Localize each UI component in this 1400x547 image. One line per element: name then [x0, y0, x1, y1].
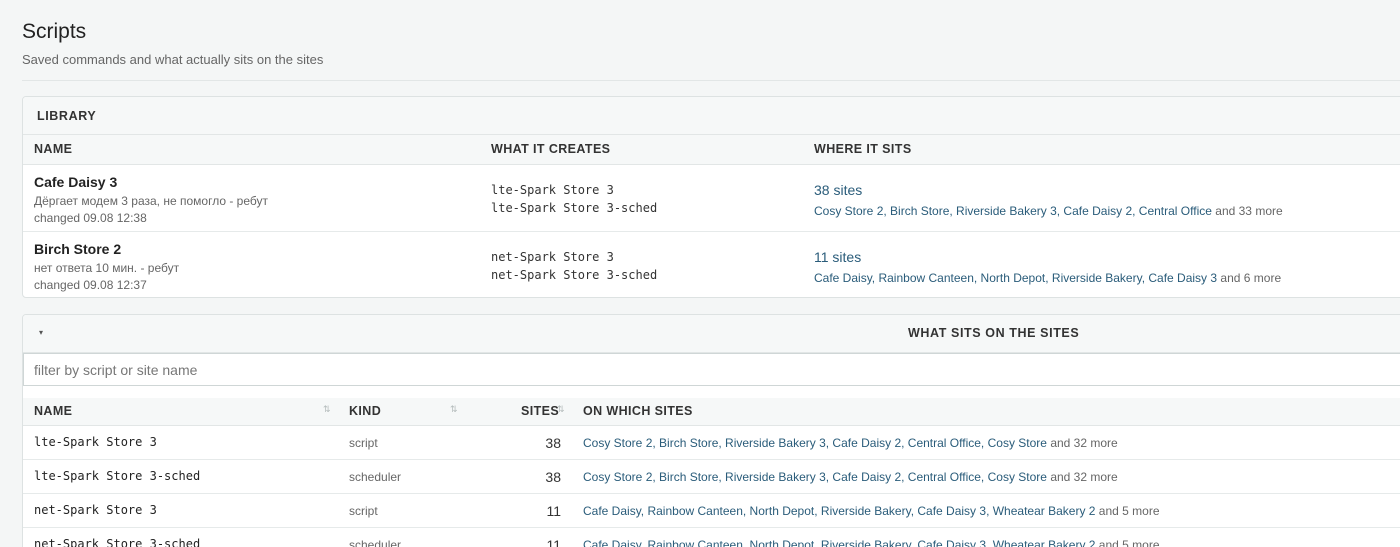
- header-divider: [22, 80, 1400, 81]
- more-sites: and 33 more: [1215, 204, 1283, 218]
- entry-site-list: Cosy Store 2, Birch Store, Riverside Bak…: [583, 436, 1118, 450]
- entry-site-list: Cafe Daisy, Rainbow Canteen, North Depot…: [583, 538, 1160, 547]
- table-row[interactable]: net-Spark Store 3-sched scheduler 11 Caf…: [23, 528, 1400, 547]
- script-name[interactable]: Cafe Daisy 3: [34, 174, 117, 190]
- script-creates: net-Spark Store 3 net-Spark Store 3-sche…: [491, 248, 657, 284]
- script-description: нет ответа 10 мин. - ребут: [34, 261, 180, 275]
- script-changed: changed 09.08 12:37: [34, 278, 147, 292]
- table-row[interactable]: net-Spark Store 3 script 11 Cafe Daisy, …: [23, 494, 1400, 528]
- script-where: 11 sites Cafe Daisy, Rainbow Canteen, No…: [814, 249, 1281, 285]
- sites-header-row: NAME ⇅ KIND ⇅ SITES ⇅ ON WHICH SITES: [23, 398, 1400, 426]
- site-names[interactable]: Cafe Daisy, Rainbow Canteen, North Depot…: [583, 538, 1095, 547]
- table-row[interactable]: lte-Spark Store 3 script 38 Cosy Store 2…: [23, 426, 1400, 460]
- site-names[interactable]: Cafe Daisy, Rainbow Canteen, North Depot…: [583, 504, 1095, 518]
- col-kind[interactable]: KIND: [349, 404, 381, 418]
- sort-sites-icon[interactable]: ⇅: [557, 404, 564, 415]
- entry-sites-count: 11: [546, 537, 561, 547]
- col-name[interactable]: NAME: [34, 404, 72, 418]
- library-col-name: NAME: [34, 142, 73, 156]
- page-title: Scripts: [22, 20, 87, 43]
- script-changed: changed 09.08 12:38: [34, 211, 147, 225]
- col-sites[interactable]: SITES: [521, 404, 559, 418]
- entry-name: net-Spark Store 3: [34, 503, 157, 517]
- sites-count-link[interactable]: 11 sites: [814, 249, 1281, 265]
- created-item: lte-Spark Store 3: [491, 183, 614, 197]
- sites-names[interactable]: Cosy Store 2, Birch Store, Riverside Bak…: [814, 204, 1212, 218]
- entry-kind: script: [349, 504, 378, 518]
- sites-list: Cafe Daisy, Rainbow Canteen, North Depot…: [814, 271, 1281, 285]
- more-sites: and 6 more: [1220, 271, 1282, 285]
- filter-input[interactable]: [23, 353, 1400, 386]
- page-header: Scripts Saved commands and what actually…: [22, 20, 323, 67]
- sort-kind-icon[interactable]: ⇅: [450, 404, 457, 415]
- entry-site-list: Cafe Daisy, Rainbow Canteen, North Depot…: [583, 504, 1160, 518]
- library-panel: LIBRARY NAME WHAT IT CREATES WHERE IT SI…: [22, 96, 1400, 298]
- sites-table-body: lte-Spark Store 3 script 38 Cosy Store 2…: [23, 426, 1400, 547]
- script-description: Дёргает модем 3 раза, не помогло - ребут: [34, 194, 268, 208]
- table-row[interactable]: lte-Spark Store 3-sched scheduler 38 Cos…: [23, 460, 1400, 494]
- entry-kind: scheduler: [349, 538, 402, 547]
- collapse-caret-icon[interactable]: ▾: [39, 328, 43, 337]
- script-creates: lte-Spark Store 3 lte-Spark Store 3-sche…: [491, 181, 657, 217]
- site-names[interactable]: Cosy Store 2, Birch Store, Riverside Bak…: [583, 436, 1047, 450]
- created-item: net-Spark Store 3-sched: [491, 268, 658, 282]
- sites-count-link[interactable]: 38 sites: [814, 182, 1283, 198]
- created-item: net-Spark Store 3: [491, 250, 614, 264]
- sort-name-icon[interactable]: ⇅: [323, 404, 330, 415]
- library-col-creates: WHAT IT CREATES: [491, 142, 611, 156]
- sites-names[interactable]: Cafe Daisy, Rainbow Canteen, North Depot…: [814, 271, 1217, 285]
- sites-list: Cosy Store 2, Birch Store, Riverside Bak…: [814, 204, 1283, 218]
- entry-sites-count: 38: [545, 435, 561, 451]
- entry-name: net-Spark Store 3-sched: [34, 537, 201, 547]
- script-where: 38 sites Cosy Store 2, Birch Store, Rive…: [814, 182, 1283, 218]
- library-title: LIBRARY: [23, 97, 1400, 135]
- entry-sites-count: 38: [545, 469, 561, 485]
- sites-panel-title: WHAT SITS ON THE SITES: [908, 326, 1080, 340]
- entry-sites-count: 11: [546, 503, 561, 519]
- more-sites: and 32 more: [1050, 436, 1118, 450]
- sites-panel-header[interactable]: ▾ WHAT SITS ON THE SITES: [23, 315, 1400, 353]
- col-which-sites: ON WHICH SITES: [583, 404, 693, 418]
- library-row[interactable]: Cafe Daisy 3 Дёргает модем 3 раза, не по…: [23, 165, 1400, 232]
- entry-site-list: Cosy Store 2, Birch Store, Riverside Bak…: [583, 470, 1118, 484]
- library-row[interactable]: Birch Store 2 нет ответа 10 мин. - ребут…: [23, 232, 1400, 297]
- site-names[interactable]: Cosy Store 2, Birch Store, Riverside Bak…: [583, 470, 1047, 484]
- script-name[interactable]: Birch Store 2: [34, 241, 121, 257]
- sites-panel: ▾ WHAT SITS ON THE SITES NAME ⇅ KIND ⇅ S…: [22, 314, 1400, 547]
- more-sites: and 32 more: [1050, 470, 1118, 484]
- more-sites: and 5 more: [1098, 538, 1160, 547]
- library-header-row: NAME WHAT IT CREATES WHERE IT SITS: [23, 135, 1400, 165]
- more-sites: and 5 more: [1098, 504, 1160, 518]
- page-subtitle: Saved commands and what actually sits on…: [22, 52, 324, 67]
- library-col-where: WHERE IT SITS: [814, 142, 912, 156]
- entry-name: lte-Spark Store 3: [34, 435, 157, 449]
- entry-kind: scheduler: [349, 470, 402, 484]
- entry-name: lte-Spark Store 3-sched: [34, 469, 201, 483]
- created-item: lte-Spark Store 3-sched: [491, 201, 658, 215]
- entry-kind: script: [349, 436, 378, 450]
